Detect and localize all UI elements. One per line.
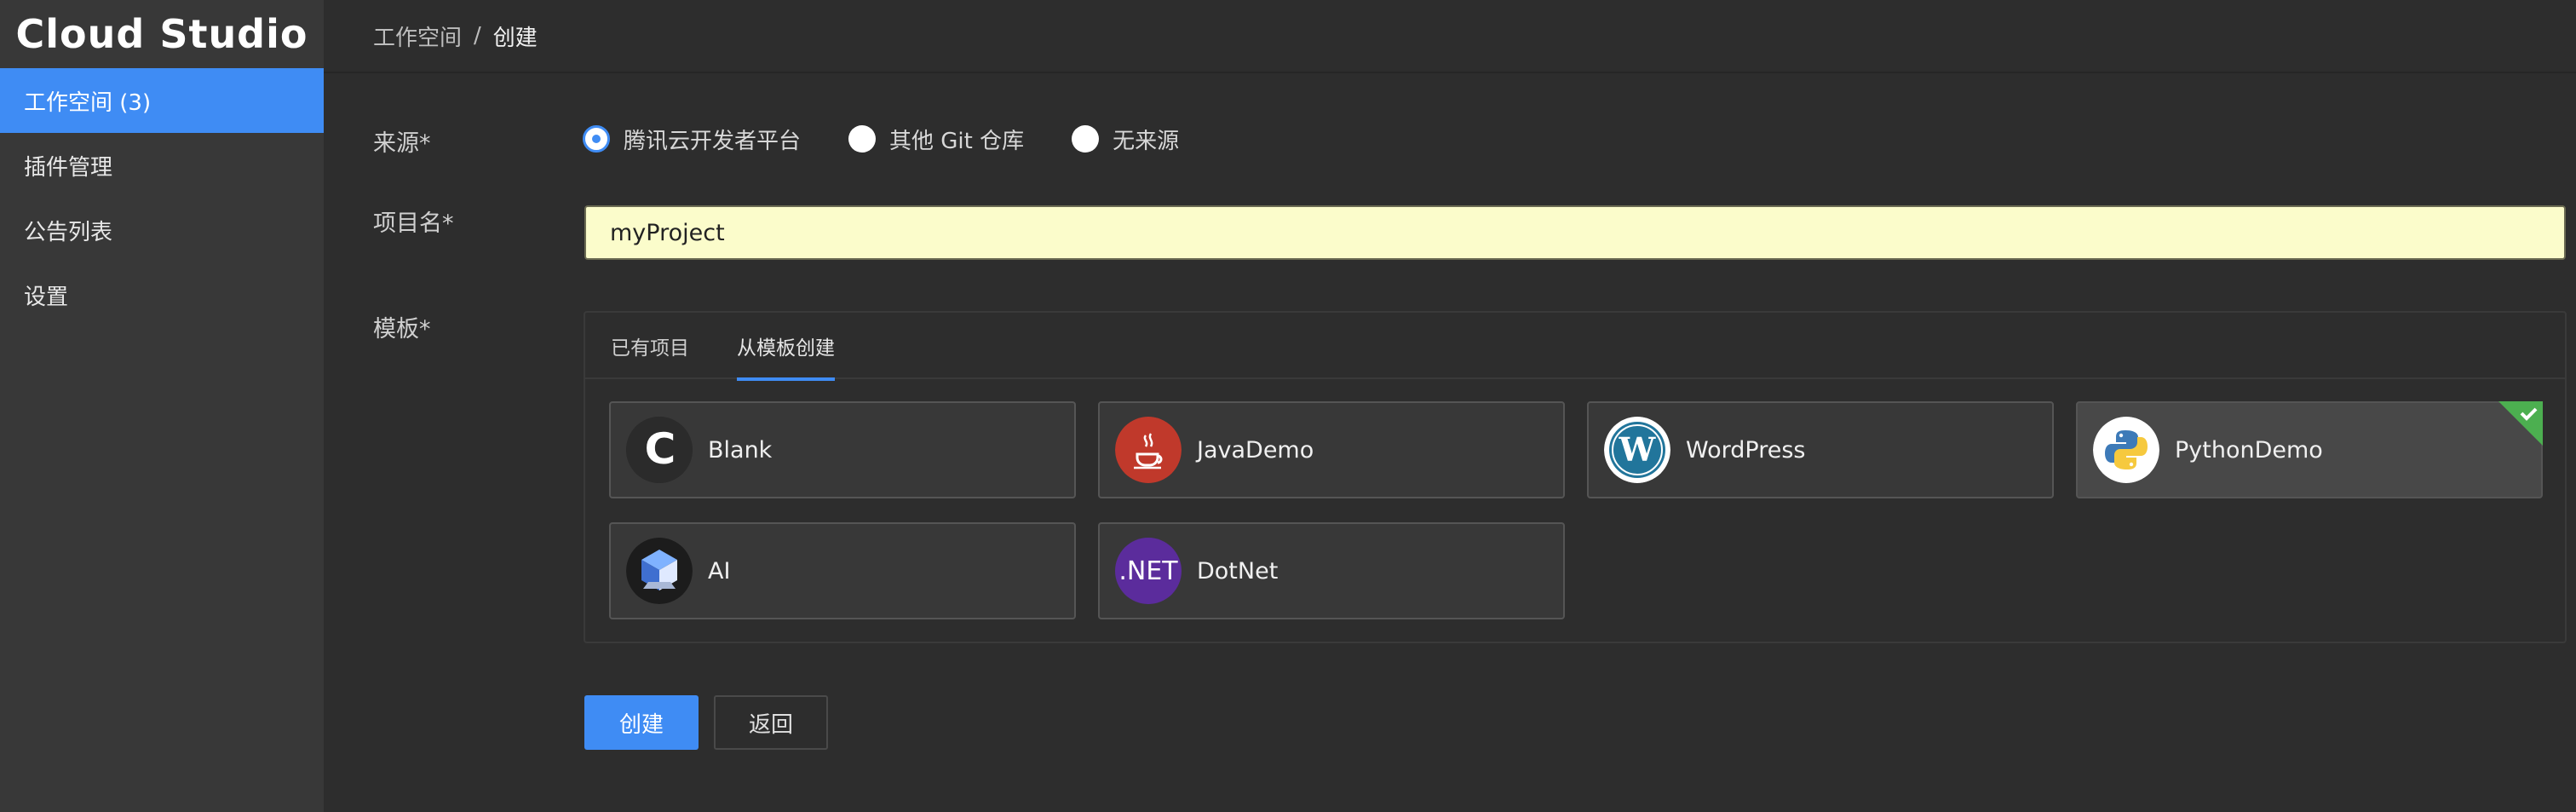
java-coffee-icon (1115, 417, 1182, 483)
template-card-label: DotNet (1197, 557, 1279, 585)
template-card-label: AI (708, 557, 731, 585)
project-name-input[interactable] (584, 205, 2566, 260)
source-option-git[interactable]: 其他 Git 仓库 (848, 124, 1024, 155)
dotnet-icon: .NET (1115, 538, 1182, 604)
source-option-label: 腾讯云开发者平台 (624, 128, 802, 154)
breadcrumb: 工作空间 / 创建 (324, 0, 2576, 73)
project-name-label: 项目名* (373, 210, 454, 237)
template-card-dotnet[interactable]: .NET DotNet (1098, 522, 1565, 619)
python-icon (2093, 417, 2159, 483)
tab-existing-project[interactable]: 已有项目 (611, 313, 689, 379)
breadcrumb-current: 创建 (492, 25, 538, 51)
radio-checked-icon[interactable] (583, 125, 610, 153)
template-card-blank[interactable]: C Blank (609, 401, 1076, 498)
sidebar: Cloud Studio 工作空间 (3) 插件管理 公告列表 设置 (0, 0, 324, 812)
breadcrumb-separator: / (474, 23, 481, 49)
radio-unchecked-icon[interactable] (848, 125, 877, 153)
wordpress-icon: W (1604, 417, 1670, 483)
svg-text:W: W (1619, 430, 1657, 469)
sidebar-item-announcements[interactable]: 公告列表 (0, 198, 324, 262)
template-label: 模板* (373, 316, 431, 343)
selected-check-icon (2498, 401, 2543, 446)
app-logo: Cloud Studio (15, 11, 308, 57)
breadcrumb-workspaces-link[interactable]: 工作空间 (373, 20, 462, 52)
template-panel: 已有项目 从模板创建 C Blank JavaDemo W WordPress … (584, 311, 2567, 643)
template-card-ai[interactable]: AI (609, 522, 1076, 619)
template-card-label: PythonDemo (2175, 436, 2323, 464)
source-radio-group: 腾讯云开发者平台 其他 Git 仓库 无来源 (583, 122, 1227, 156)
source-option-none[interactable]: 无来源 (1072, 124, 1179, 155)
source-option-label: 无来源 (1113, 128, 1180, 154)
back-button[interactable]: 返回 (714, 695, 828, 750)
template-tabs: 已有项目 从模板创建 (585, 313, 2565, 381)
c-letter-icon: C (626, 417, 693, 483)
svg-text:C: C (645, 424, 676, 474)
template-card-java[interactable]: JavaDemo (1098, 401, 1565, 498)
source-option-tencent[interactable]: 腾讯云开发者平台 (583, 124, 801, 155)
template-card-label: WordPress (1686, 436, 1806, 464)
template-card-label: Blank (708, 436, 773, 464)
sidebar-item-plugins[interactable]: 插件管理 (0, 133, 324, 198)
tab-from-template[interactable]: 从模板创建 (737, 313, 835, 381)
sidebar-item-workspaces[interactable]: 工作空间 (3) (0, 68, 324, 133)
create-button[interactable]: 创建 (584, 695, 699, 750)
template-card-wordpress[interactable]: W WordPress (1587, 401, 2054, 498)
source-label: 来源* (373, 130, 431, 157)
source-option-label: 其他 Git 仓库 (889, 128, 1025, 154)
dotnet-icon-text: .NET (1118, 556, 1178, 586)
template-card-label: JavaDemo (1197, 436, 1314, 464)
radio-unchecked-icon[interactable] (1072, 125, 1100, 153)
ai-cube-icon (626, 538, 693, 604)
template-card-python[interactable]: PythonDemo (2076, 401, 2543, 498)
sidebar-item-settings[interactable]: 设置 (0, 262, 324, 327)
